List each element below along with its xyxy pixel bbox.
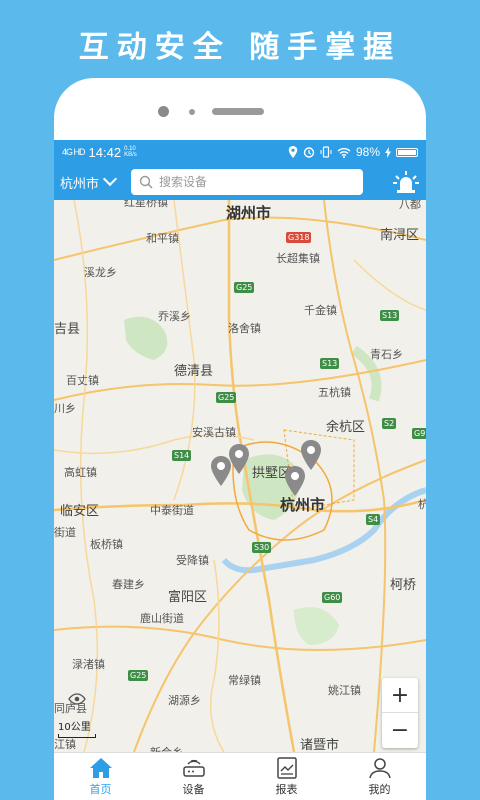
city-selector[interactable]: 杭州市 [60,171,118,192]
highway-shield: S13 [380,310,400,321]
tab-label: 设备 [182,782,205,796]
app-screen: 4G HD 14:42 0.10 KB/s 98% 杭州市 搜索设备 红星桥镇 … [54,140,426,800]
router-icon [182,759,205,777]
map-label: 川乡 [54,402,76,415]
map-label: 姚江镇 [328,684,361,697]
status-bar: 4G HD 14:42 0.10 KB/s 98% [54,140,426,164]
map-label: 湖源乡 [168,694,201,707]
map-label: 富阳区 [168,590,208,605]
sensor-icon [189,109,195,115]
alarm-light-icon[interactable] [392,168,420,196]
bottom-tab-bar: 首页 设备 报表 我的 [54,752,426,800]
status-time: 14:42 [88,144,122,160]
scale-label: 10公里 [58,722,91,733]
map-label: 杭 [418,498,426,511]
map-label: 长超集镇 [276,252,320,265]
net-speed: 0.10 KB/s [124,146,137,158]
highway-shield: G60 [322,592,343,603]
tab-label: 报表 [275,782,298,796]
highway-shield: G25 [128,670,149,681]
highway-shield: S2 [382,418,397,429]
map-label: 五杭镇 [318,386,351,399]
map-label: 鹿山街道 [140,612,184,625]
tab-me[interactable]: 我的 [333,753,426,800]
map-label: 百丈镇 [66,374,99,387]
map-label: 杭州市 [280,496,326,514]
report-icon [276,756,297,779]
map-label: 板桥镇 [90,538,123,551]
search-input[interactable] [159,175,340,189]
highway-shield: G9 [412,428,426,439]
vibrate-icon [320,146,332,158]
map-label: 街道 [54,526,76,539]
map-label: 渌渚镇 [72,658,105,671]
tab-reports[interactable]: 报表 [240,753,333,800]
map-view[interactable]: 红星桥镇 湖州市 八都 和平镇 G318 南浔区 溪龙乡 长超集镇 G25 乔溪… [54,200,426,752]
tab-label: 首页 [89,782,112,796]
map-label: 诸暨市 [300,738,340,752]
highway-shield: S14 [172,450,192,461]
tab-label: 我的 [368,782,391,796]
battery-icon [396,147,418,157]
user-icon [368,757,391,778]
map-label: 临安区 [60,504,100,519]
map-label: 洛舍镇 [228,322,261,335]
top-bar: 杭州市 [54,164,426,200]
map-label: 高虹镇 [64,466,97,479]
wifi-icon [337,147,351,158]
map-label: 千金镇 [304,304,337,317]
map-label: 德清县 [174,364,214,379]
map-label: 青石乡 [370,348,403,361]
visibility-eye-icon[interactable] [68,690,86,708]
highway-shield: S4 [366,514,381,525]
map-label: 中泰街道 [150,504,194,517]
highway-shield: G25 [234,282,255,293]
map-label: 吉县 [54,322,81,337]
map-label: 江镇 [54,738,76,751]
device-pin-icon[interactable] [284,466,306,496]
map-label: 安溪古镇 [192,426,236,439]
tab-devices[interactable]: 设备 [147,753,240,800]
highway-shield: S13 [320,358,340,369]
map-label: 春建乡 [112,578,145,591]
map-scale: 10公里 [58,718,96,738]
charging-icon [385,146,391,158]
chevron-down-icon [102,171,118,187]
battery-percent: 98% [355,145,380,159]
map-label: 溪龙乡 [84,266,117,279]
zoom-out-button[interactable]: − [382,713,418,748]
device-pin-icon[interactable] [228,444,250,474]
highway-shield: G318 [286,232,312,243]
map-label: 乔溪乡 [158,310,191,323]
speaker-icon [212,108,264,115]
promo-title: 互动安全 随手掌握 [78,30,402,65]
map-label: 受降镇 [176,554,209,567]
home-icon [89,757,112,778]
phone-frame: 4G HD 14:42 0.10 KB/s 98% 杭州市 搜索设备 红星桥镇 … [54,78,426,800]
signal-label: 4G HD [62,147,85,157]
highway-shield: G25 [216,392,237,403]
map-label: 南浔区 [380,228,420,243]
city-label: 杭州市 [60,176,100,192]
battery-fill [398,149,416,155]
map-label: 柯桥 [390,578,417,593]
highway-shield: S30 [252,542,272,553]
map-label: 湖州市 [226,204,272,222]
scale-bar [58,734,96,738]
map-label: 八都 [399,200,421,211]
location-icon [288,146,298,158]
phone-top-bezel [54,104,426,118]
map-label: 新合乡 [150,744,183,752]
zoom-control: + − [382,678,418,748]
map-label: 常绿镇 [228,674,261,687]
tab-home[interactable]: 首页 [54,753,147,800]
map-label: 和平镇 [146,232,179,245]
map-label: 红星桥镇 [124,200,168,209]
camera-icon [158,106,169,117]
alarm-clock-icon [303,147,315,158]
search-icon [139,175,153,189]
search-box[interactable] [131,169,364,195]
zoom-in-button[interactable]: + [382,678,418,713]
map-label: 余杭区 [326,420,366,435]
